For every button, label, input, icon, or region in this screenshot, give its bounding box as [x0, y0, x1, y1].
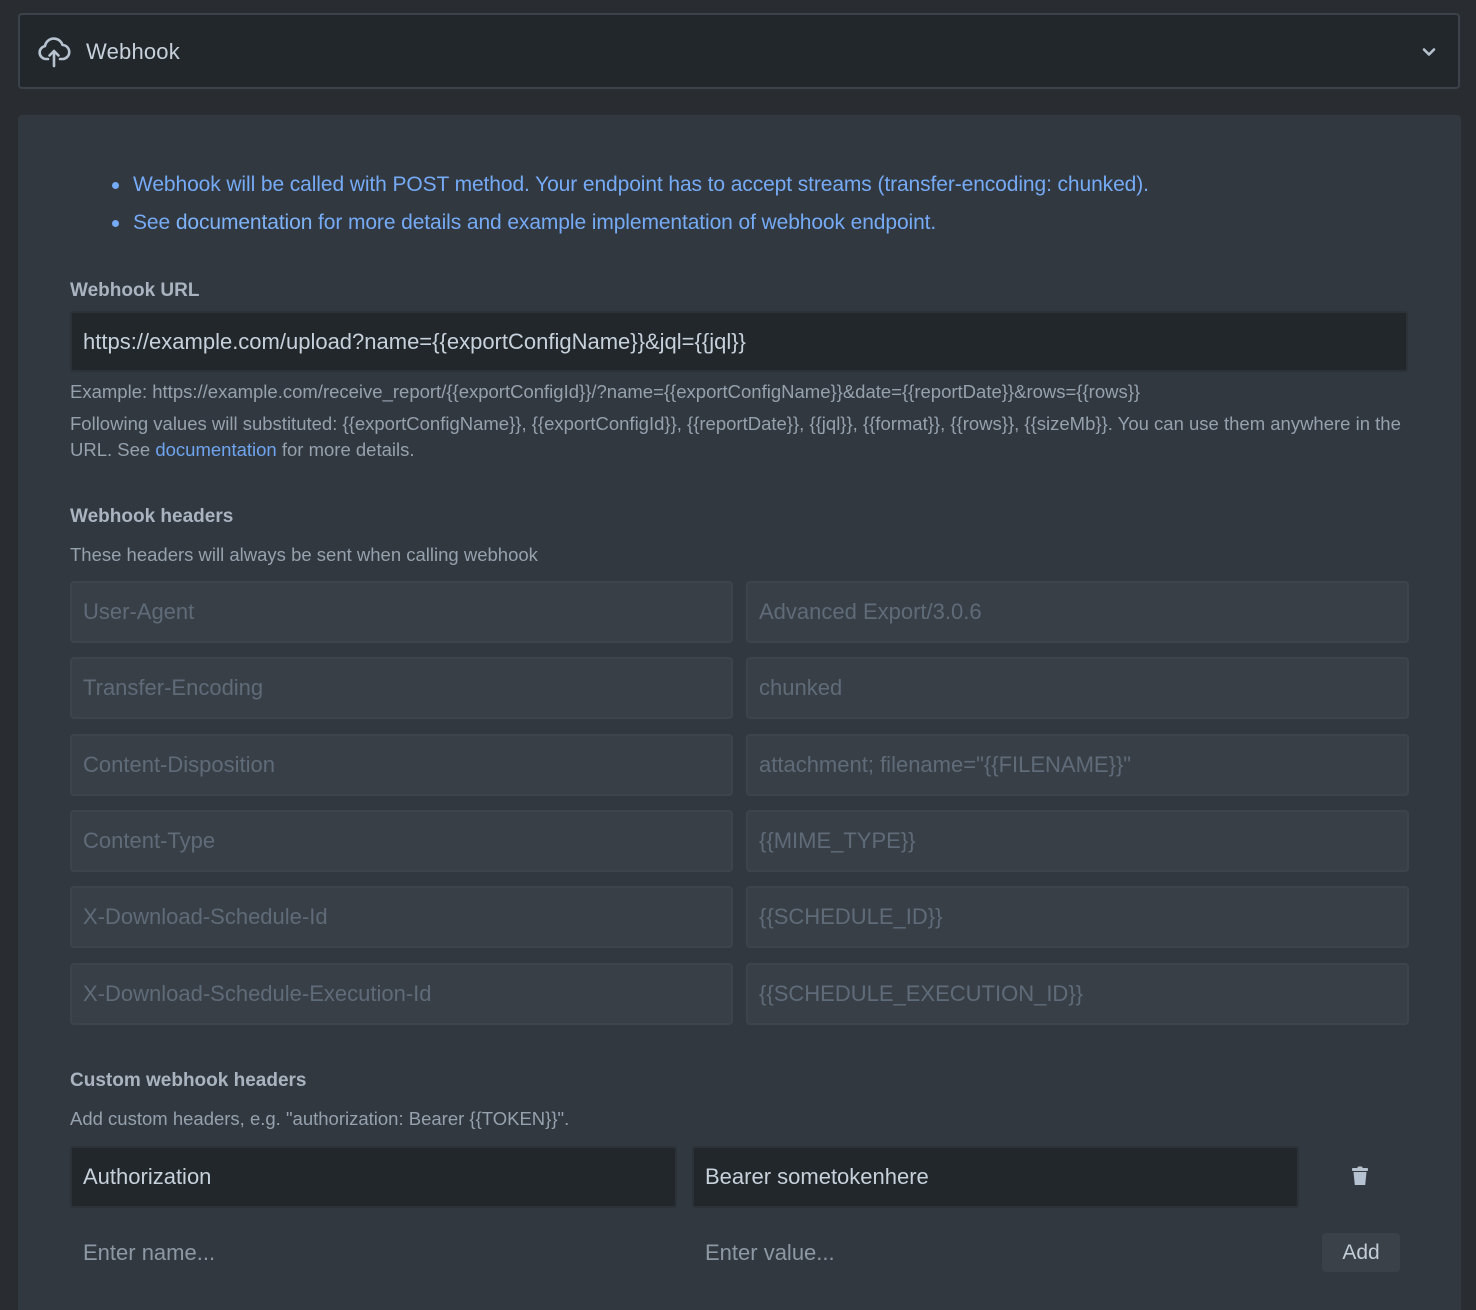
- header-name-field: [70, 963, 733, 1025]
- header-name-field: [70, 886, 733, 948]
- header-value-field: [746, 657, 1409, 719]
- cloud-upload-icon: [37, 35, 71, 69]
- custom-headers-description: Add custom headers, e.g. "authorization:…: [70, 1108, 570, 1129]
- url-documentation-link[interactable]: documentation: [155, 439, 276, 460]
- header-name-field: [70, 657, 733, 719]
- header-name-field: [70, 581, 733, 643]
- chevron-down-icon[interactable]: [1420, 43, 1438, 61]
- new-header-name-input[interactable]: [70, 1222, 677, 1284]
- webhook-notes-list: Webhook will be called with POST method.…: [95, 166, 1149, 242]
- webhook-accordion-header[interactable]: Webhook: [18, 13, 1460, 89]
- trash-icon: [1352, 1166, 1368, 1185]
- note-text: See: [133, 211, 176, 234]
- add-header-button[interactable]: Add: [1322, 1233, 1400, 1272]
- webhook-url-help: Following values will substituted: {{exp…: [70, 411, 1415, 463]
- note-text: for more details and example implementat…: [312, 211, 937, 234]
- custom-header-name-input[interactable]: [70, 1146, 677, 1208]
- custom-header-value-input[interactable]: [692, 1146, 1299, 1208]
- header-name-field: [70, 810, 733, 872]
- note-text: Webhook will be called with POST method.…: [133, 173, 1149, 196]
- webhook-headers-description: These headers will always be sent when c…: [70, 544, 538, 565]
- webhook-url-example: Example: https://example.com/receive_rep…: [70, 381, 1141, 402]
- note-documentation: See documentation for more details and e…: [95, 204, 1149, 242]
- webhook-url-label: Webhook URL: [70, 280, 200, 301]
- note-post-method: Webhook will be called with POST method.…: [95, 166, 1149, 204]
- new-header-value-input[interactable]: [692, 1222, 1299, 1284]
- documentation-link[interactable]: documentation: [176, 211, 313, 234]
- accordion-title: Webhook: [86, 39, 180, 64]
- header-value-field: [746, 963, 1409, 1025]
- header-value-field: [746, 734, 1409, 796]
- webhook-url-input[interactable]: [70, 311, 1408, 372]
- custom-headers-label: Custom webhook headers: [70, 1070, 307, 1091]
- webhook-headers-label: Webhook headers: [70, 506, 234, 527]
- header-value-field: [746, 581, 1409, 643]
- header-value-field: [746, 810, 1409, 872]
- header-name-field: [70, 734, 733, 796]
- header-value-field: [746, 886, 1409, 948]
- help-text: for more details.: [276, 439, 415, 460]
- delete-header-button[interactable]: [1346, 1162, 1374, 1190]
